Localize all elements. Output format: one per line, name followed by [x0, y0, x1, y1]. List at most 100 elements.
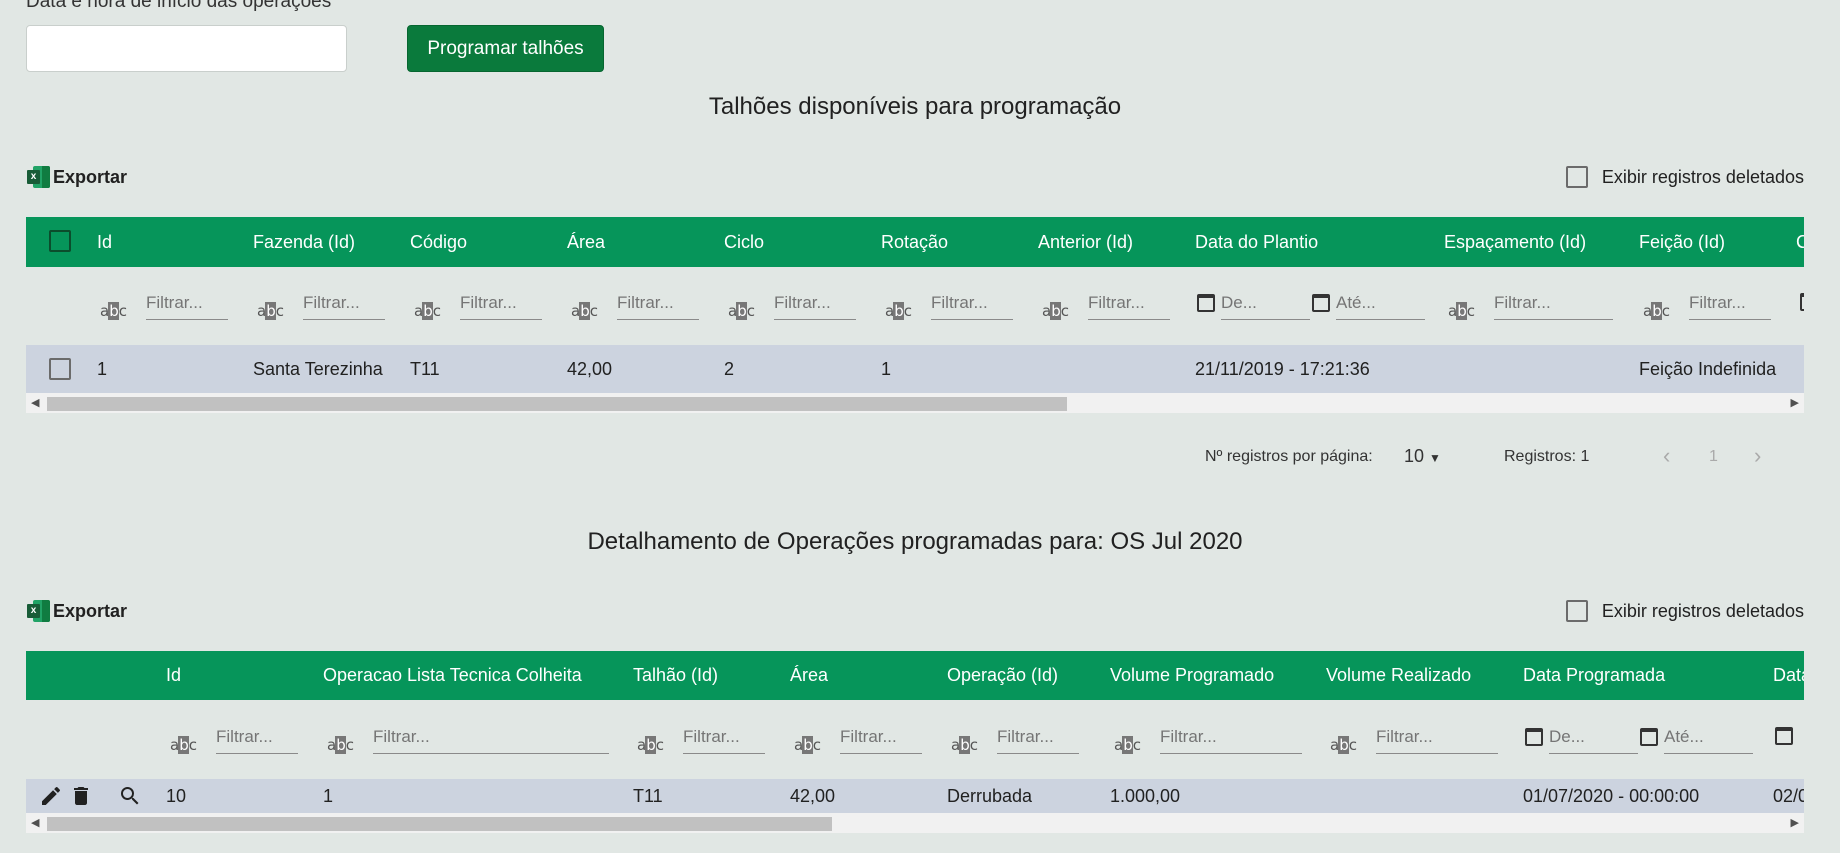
column-header-area[interactable]: Área [567, 217, 605, 267]
per-page-label: Nº registros por página: [1205, 448, 1373, 465]
filter-area[interactable] [617, 293, 699, 320]
column-header-operacao[interactable]: Operação (Id) [947, 651, 1058, 700]
per-page-select[interactable]: 10 ▼ [1404, 446, 1441, 467]
text-filter-icon[interactable]: abc [100, 302, 127, 320]
column-header-rotacao[interactable]: Rotação [881, 217, 948, 267]
show-deleted-label: Exibir registros deletados [1601, 166, 1804, 187]
text-filter-icon[interactable]: abc [1042, 302, 1069, 320]
column-header-id[interactable]: Id [97, 217, 112, 267]
excel-icon: x [27, 600, 50, 622]
scroll-left-arrow[interactable]: ◀ [31, 816, 39, 829]
filter-vol-programado[interactable] [1160, 727, 1302, 754]
text-filter-icon[interactable]: abc [1448, 302, 1475, 320]
cell-ciclo: 2 [724, 359, 735, 379]
filter-espacamento[interactable] [1494, 293, 1613, 320]
text-filter-icon[interactable]: abc [637, 736, 664, 754]
table-row[interactable]: 10 1 T11 42,00 Derrubada 1.000,00 01/07/… [26, 779, 1804, 813]
filter-fazenda[interactable] [303, 293, 385, 320]
filter-codigo[interactable] [460, 293, 542, 320]
trash-icon[interactable] [69, 784, 93, 808]
text-filter-icon[interactable]: abc [257, 302, 284, 320]
column-header-talhao[interactable]: Talhão (Id) [633, 651, 718, 700]
text-filter-icon[interactable]: abc [951, 736, 978, 754]
text-filter-icon[interactable]: abc [885, 302, 912, 320]
column-header-espacamento[interactable]: Espaçamento (Id) [1444, 217, 1586, 267]
filter-operacao-lista[interactable] [373, 727, 609, 754]
cell-operacao: Derrubada [947, 786, 1033, 806]
scrollbar-thumb[interactable] [47, 817, 832, 831]
filter-id[interactable] [216, 727, 298, 754]
column-header-anterior[interactable]: Anterior (Id) [1038, 217, 1133, 267]
filter-vol-realizado[interactable] [1376, 727, 1498, 754]
filter-operacao[interactable] [997, 727, 1079, 754]
column-header-vol-programado[interactable]: Volume Programado [1110, 651, 1274, 700]
cell-vol-programado: 1.000,00 [1110, 786, 1181, 806]
filter-date-to[interactable] [1336, 293, 1425, 320]
current-page[interactable]: 1 [1709, 448, 1718, 466]
text-filter-icon[interactable]: abc [327, 736, 354, 754]
scroll-right-arrow[interactable]: ▶ [1791, 396, 1799, 409]
calendar-icon[interactable] [1640, 728, 1658, 746]
text-filter-icon[interactable]: abc [1330, 736, 1357, 754]
filter-date-from[interactable] [1549, 727, 1638, 754]
filter-date-to[interactable] [1664, 727, 1753, 754]
filter-feicao[interactable] [1689, 293, 1771, 320]
column-header-data[interactable]: Data [1773, 651, 1804, 700]
text-filter-icon[interactable]: abc [1114, 736, 1141, 754]
start-datetime-input[interactable] [26, 25, 347, 72]
row-checkbox[interactable] [49, 358, 71, 380]
filter-rotacao[interactable] [931, 293, 1013, 320]
available-plots-grid: Id Fazenda (Id) Código Área Ciclo Rotaçã… [26, 217, 1804, 413]
cell-talhao: T11 [633, 786, 663, 806]
next-page-icon[interactable]: › [1754, 443, 1761, 469]
text-filter-icon[interactable]: abc [794, 736, 821, 754]
column-header-data-programada[interactable]: Data Programada [1523, 651, 1665, 700]
horizontal-scrollbar[interactable]: ◀ ▶ [26, 393, 1804, 413]
cell-feicao: Feição Indefinida [1639, 359, 1777, 379]
show-deleted-checkbox[interactable] [1565, 166, 1588, 188]
text-filter-icon[interactable]: abc [728, 302, 755, 320]
column-header-ciclo[interactable]: Ciclo [724, 217, 764, 267]
text-filter-icon[interactable]: abc [414, 302, 441, 320]
show-deleted-checkbox[interactable] [1565, 600, 1588, 622]
column-header-data-plantio[interactable]: Data do Plantio [1195, 217, 1318, 267]
column-header-vol-realizado[interactable]: Volume Realizado [1326, 651, 1471, 700]
scroll-right-arrow[interactable]: ▶ [1791, 816, 1799, 829]
column-header-truncated[interactable]: C [1796, 217, 1804, 267]
program-plots-button[interactable]: Programar talhões [407, 25, 604, 72]
filter-date-from[interactable] [1221, 293, 1310, 320]
text-filter-icon[interactable]: abc [170, 736, 197, 754]
filter-ciclo[interactable] [774, 293, 856, 320]
column-header-operacao-lista[interactable]: Operacao Lista Tecnica Colheita [323, 651, 582, 700]
column-header-id[interactable]: Id [166, 651, 181, 700]
column-header-feicao[interactable]: Feição (Id) [1639, 217, 1725, 267]
pencil-icon[interactable] [39, 784, 63, 808]
show-deleted-toggle[interactable]: Exibir registros deletados [1565, 166, 1804, 188]
horizontal-scrollbar[interactable]: ◀ ▶ [26, 813, 1804, 833]
filter-id[interactable] [146, 293, 228, 320]
show-deleted-toggle[interactable]: Exibir registros deletados [1565, 600, 1804, 622]
search-icon[interactable] [118, 784, 142, 808]
scrollbar-thumb[interactable] [47, 397, 1067, 411]
calendar-icon[interactable] [1197, 294, 1215, 312]
calendar-icon[interactable] [1775, 727, 1793, 745]
start-datetime-label: Data e hora de início das operações [26, 0, 332, 12]
calendar-icon[interactable] [1312, 294, 1330, 312]
export-label: Exportar [53, 166, 128, 187]
select-all-checkbox[interactable] [49, 230, 71, 252]
table-row[interactable]: 1 Santa Terezinha T11 42,00 2 1 21/11/20… [26, 345, 1804, 393]
column-header-fazenda[interactable]: Fazenda (Id) [253, 217, 355, 267]
export-button[interactable]: x Exportar [27, 166, 127, 188]
text-filter-icon[interactable]: abc [571, 302, 598, 320]
scroll-left-arrow[interactable]: ◀ [31, 396, 39, 409]
export-button[interactable]: x Exportar [27, 600, 127, 622]
text-filter-icon[interactable]: abc [1643, 302, 1670, 320]
column-header-codigo[interactable]: Código [410, 217, 467, 267]
filter-area[interactable] [840, 727, 922, 754]
filter-anterior[interactable] [1088, 293, 1170, 320]
column-header-area[interactable]: Área [790, 651, 828, 700]
prev-page-icon[interactable]: ‹ [1663, 443, 1670, 469]
calendar-icon[interactable] [1800, 293, 1804, 311]
calendar-icon[interactable] [1525, 728, 1543, 746]
filter-talhao[interactable] [683, 727, 765, 754]
